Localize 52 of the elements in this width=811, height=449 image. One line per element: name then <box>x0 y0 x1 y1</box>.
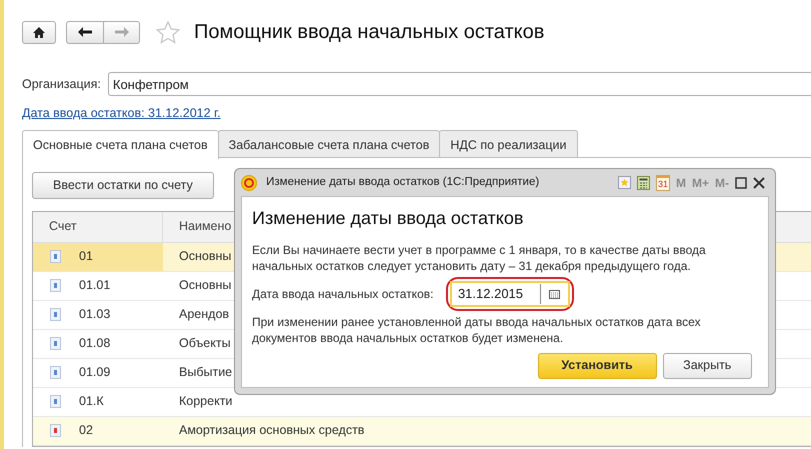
app-logo-icon <box>241 174 257 190</box>
account-name: Арендов <box>179 306 230 324</box>
account-name: Объекты <box>179 335 231 352</box>
calendar-icon[interactable]: 31 <box>656 174 670 190</box>
account-icon <box>50 279 61 292</box>
organization-field[interactable]: Конфетпром <box>108 72 811 96</box>
home-button[interactable] <box>22 20 56 44</box>
calendar-icon[interactable] <box>548 290 560 299</box>
account-icon <box>50 250 61 263</box>
date-field[interactable]: 31.12.2015 <box>450 281 570 308</box>
account-name: Выбытие <box>179 364 232 382</box>
account-code: 01.09 <box>79 364 110 382</box>
close-icon[interactable] <box>753 176 765 188</box>
right-arrow-icon <box>114 27 128 37</box>
window-title: Помощник ввода начальных остатков <box>194 20 544 45</box>
enter-balance-button[interactable]: Ввести остатки по счету <box>32 172 214 198</box>
set-button[interactable]: Установить <box>538 352 656 378</box>
tab[interactable]: НДС по реализации <box>439 130 578 157</box>
account-code: 01.К <box>79 393 104 410</box>
tab[interactable]: Основные счета плана счетов <box>22 130 219 159</box>
column-header: Наимено <box>178 218 232 236</box>
account-icon <box>50 424 61 437</box>
account-name: Основны <box>179 248 232 266</box>
calculator-icon[interactable] <box>636 176 650 190</box>
intro-text: Если Вы начинаете вести учет в программе с 1 января, то в качестве даты ввода начальных остатков следует установить дату – 31 декабря предыдущего года. <box>252 242 707 274</box>
note-text: При изменении ранее установленной даты ввода начальных остатков дата всех документов ввода начальных остатков будет изменена. <box>252 314 702 346</box>
account-name: Амортизация основных средств <box>179 422 364 440</box>
date-link[interactable]: Дата ввода остатков: 31.12.2012 г. <box>22 104 221 123</box>
column-header: Счет <box>33 212 163 242</box>
dialog-title: Изменение даты ввода остатков (1С:Предприятие) <box>266 174 540 190</box>
star-icon[interactable] <box>156 20 180 44</box>
tab[interactable]: Забалансовые счета плана счетов <box>218 130 440 157</box>
account-code: 01.03 <box>79 306 110 324</box>
home-icon <box>33 26 45 38</box>
favorite-icon[interactable] <box>618 176 631 189</box>
close-button[interactable]: Закрыть <box>662 352 752 378</box>
account-icon <box>50 366 61 379</box>
account-code: 02 <box>79 422 93 440</box>
account-icon <box>50 308 61 321</box>
account-code: 01.01 <box>79 277 110 294</box>
account-code: 01.08 <box>79 335 110 352</box>
account-icon <box>50 395 61 408</box>
account-icon <box>50 337 61 350</box>
account-name: Корректи <box>179 393 232 410</box>
date-label: Дата ввода начальных остатков: <box>252 286 434 302</box>
left-arrow-icon <box>78 27 92 37</box>
account-name: Основны <box>179 277 232 294</box>
dialog-heading: Изменение даты ввода остатков <box>252 207 524 230</box>
account-code: 01 <box>79 248 93 266</box>
back-button[interactable] <box>66 20 104 44</box>
organization-label: Организация: <box>22 76 101 93</box>
maximize-icon[interactable] <box>735 176 747 188</box>
